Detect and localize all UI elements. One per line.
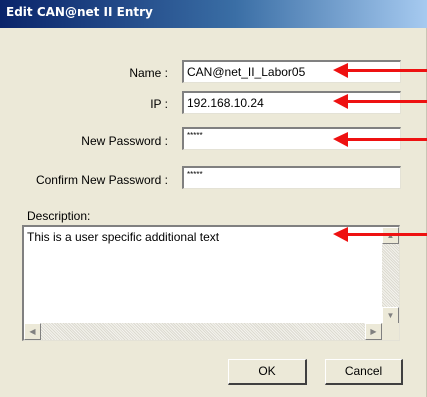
dialog-title: Edit CAN@net II Entry: [6, 5, 153, 19]
confirm-password-field[interactable]: *****: [182, 166, 401, 189]
cancel-button[interactable]: Cancel: [325, 359, 403, 385]
scrollbar-corner: [382, 323, 399, 340]
scroll-down-arrow-icon[interactable]: ▼: [382, 307, 399, 324]
description-textarea[interactable]: This is a user specific additional text …: [22, 225, 400, 341]
new-password-label: New Password :: [81, 134, 168, 148]
horizontal-scrollbar[interactable]: ◀ ▶: [24, 323, 382, 340]
description-label: Description:: [27, 209, 91, 223]
annotation-arrow-description: [333, 227, 427, 242]
scroll-right-arrow-icon[interactable]: ▶: [365, 323, 382, 340]
vertical-scrollbar[interactable]: ▲ ▼: [382, 227, 399, 324]
name-label: Name :: [129, 66, 168, 80]
annotation-arrow-ip: [333, 94, 427, 109]
edit-entry-dialog: Edit CAN@net II Entry Name : CAN@net_II_…: [0, 0, 427, 397]
ip-label: IP :: [150, 97, 168, 111]
annotation-arrow-password: [333, 132, 427, 147]
annotation-arrow-name: [333, 63, 427, 78]
scroll-left-arrow-icon[interactable]: ◀: [24, 323, 41, 340]
description-text: This is a user specific additional text: [27, 230, 220, 244]
confirm-password-label: Confirm New Password :: [35, 173, 168, 187]
dialog-titlebar[interactable]: Edit CAN@net II Entry: [0, 0, 427, 28]
ok-button[interactable]: OK: [228, 359, 307, 385]
